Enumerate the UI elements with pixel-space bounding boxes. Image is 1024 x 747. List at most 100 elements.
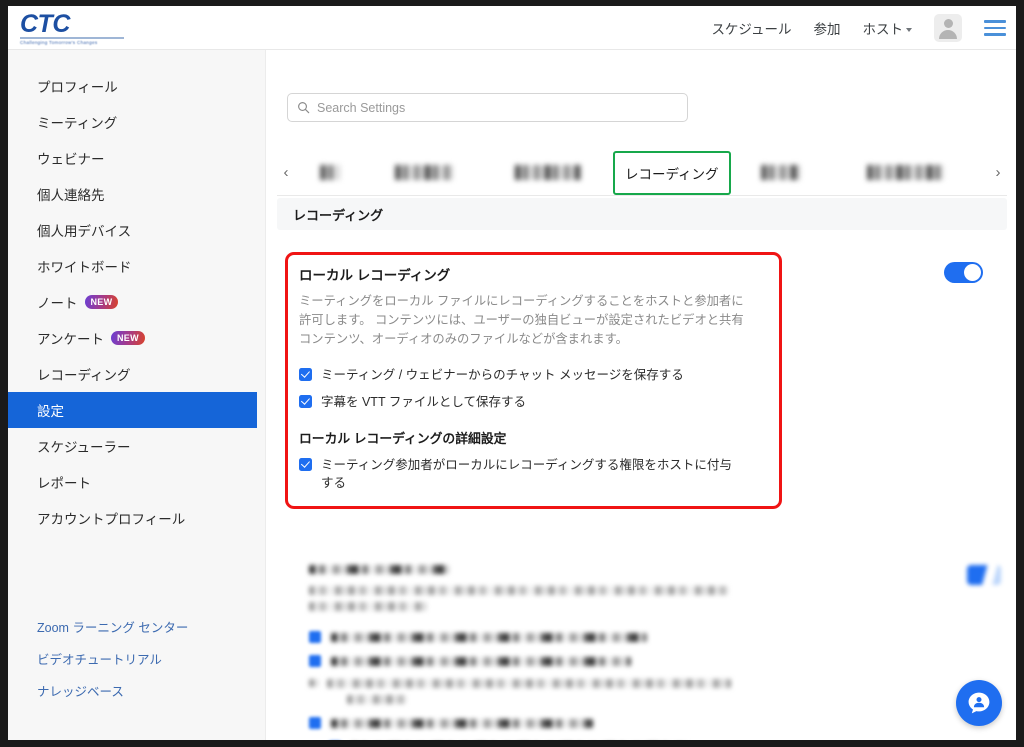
sidebar-item-whiteboards[interactable]: ホワイトボード	[8, 248, 265, 284]
redacted-text-row	[309, 679, 993, 704]
local-recording-toggle[interactable]	[944, 262, 983, 283]
sidebar-item-account-profile[interactable]: アカウントプロフィール	[8, 500, 265, 536]
tab-label: ██	[320, 165, 340, 180]
sidebar-item-surveys[interactable]: アンケート NEW	[8, 320, 265, 356]
avatar-body	[939, 30, 957, 39]
sidebar-item-webinars[interactable]: ウェビナー	[8, 140, 265, 176]
nav-schedule[interactable]: スケジュール	[711, 18, 791, 38]
nav-host-label: ホスト	[862, 22, 904, 37]
checkbox-row-grant-permission[interactable]: ミーティング参加者がローカルにレコーディングする権限をホストに付与する	[299, 456, 983, 492]
redacted-checkbox[interactable]	[309, 655, 321, 667]
checkbox-row-save-chat[interactable]: ミーティング / ウェビナーからのチャット メッセージを保存する	[299, 366, 983, 384]
redacted-checkbox-row[interactable]	[309, 655, 993, 667]
tab-redacted-5[interactable]: ████████	[831, 150, 981, 196]
checkbox-row-save-vtt[interactable]: 字幕を VTT ファイルとして保存する	[299, 393, 983, 411]
hamburger-line	[984, 33, 1006, 36]
redacted-marker	[309, 679, 319, 687]
tab-label: ████████	[867, 165, 944, 180]
tab-redacted-2[interactable]: ██████	[365, 150, 483, 196]
settings-tab-bar: ‹ ██ ██████ ███████ レコーディング ████ ███████…	[277, 150, 1007, 196]
redacted-checkbox-label	[331, 632, 647, 642]
ctc-logo[interactable]: CTC Challenging Tomorrow's Changes	[20, 12, 140, 46]
sidebar-item-scheduler[interactable]: スケジューラー	[8, 428, 265, 464]
local-recording-title: ローカル レコーディング	[299, 268, 451, 283]
hamburger-line	[984, 26, 1006, 30]
sidebar-item-label: アンケート	[37, 332, 104, 347]
sidebar-nav-list: プロフィール ミーティング ウェビナー 個人連絡先 個人用デバイス ホワイトボー…	[8, 50, 265, 536]
person-chat-icon	[968, 692, 990, 714]
hamburger-menu-icon[interactable]	[984, 20, 1006, 36]
redacted-checkbox-row[interactable]	[309, 631, 993, 643]
sidebar-item-label: スケジューラー	[37, 440, 131, 455]
logo-wordmark: CTC	[20, 10, 70, 38]
checkbox-save-chat[interactable]	[299, 367, 312, 381]
sidebar-link-label: Zoom ラーニング センター	[37, 620, 189, 635]
sidebar-item-settings[interactable]: 設定	[8, 392, 257, 428]
sidebar-help-links: Zoom ラーニング センター ビデオチュートリアル ナレッジベース	[8, 610, 265, 706]
sidebar-item-label: プロフィール	[37, 80, 118, 95]
avatar-head	[943, 19, 953, 28]
redacted-toggle[interactable]	[967, 565, 1001, 585]
sidebar-item-reports[interactable]: レポート	[8, 464, 265, 500]
sidebar-link-knowledge-base[interactable]: ナレッジベース	[8, 674, 265, 706]
section-header-label: レコーディング	[293, 207, 384, 223]
sidebar-item-label: レポート	[37, 476, 91, 491]
sidebar-item-recordings[interactable]: レコーディング	[8, 356, 265, 392]
sidebar-item-label: 個人用デバイス	[37, 224, 132, 239]
sidebar-link-label: ナレッジベース	[37, 684, 124, 699]
sidebar-item-label: アカウントプロフィール	[37, 512, 186, 527]
redacted-checkbox-row[interactable]	[309, 717, 993, 729]
app-window: CTC Challenging Tomorrow's Changes スケジュー…	[8, 6, 1016, 740]
sidebar-link-video-tutorials[interactable]: ビデオチュートリアル	[8, 642, 265, 674]
redacted-setting-block	[287, 565, 1016, 740]
sidebar-link-learning-center[interactable]: Zoom ラーニング センター	[8, 610, 265, 642]
tabs-scroll-area: ██ ██████ ███████ レコーディング ████ ████████	[295, 150, 989, 196]
sidebar-item-profile[interactable]: プロフィール	[8, 68, 265, 104]
redacted-checkbox[interactable]	[309, 631, 321, 643]
checkbox-grant-permission[interactable]	[299, 457, 312, 471]
sidebar-item-notes[interactable]: ノート NEW	[8, 284, 265, 320]
tab-recording[interactable]: レコーディング	[613, 150, 731, 195]
chevron-right-icon[interactable]: ›	[989, 165, 1007, 180]
top-bar: CTC Challenging Tomorrow's Changes スケジュー…	[8, 6, 1016, 50]
local-recording-setting-card: ローカル レコーディング ミーティングをローカル ファイルにレコーディングするこ…	[277, 240, 1007, 729]
checkbox-save-vtt[interactable]	[299, 394, 312, 408]
local-recording-description: ミーティングをローカル ファイルにレコーディングすることをホストと参加者に許可し…	[299, 294, 744, 346]
sidebar-item-label: ウェビナー	[37, 152, 105, 167]
redacted-checkbox[interactable]	[309, 717, 321, 729]
redacted-title	[309, 565, 449, 574]
new-badge: NEW	[110, 331, 145, 345]
sidebar-item-label: 個人連絡先	[37, 188, 105, 203]
sidebar-link-label: ビデオチュートリアル	[37, 652, 162, 667]
logo-tagline: Challenging Tomorrow's Changes	[20, 39, 98, 45]
main-content: Search Settings ‹ ██ ██████ ███████ レコーデ…	[267, 50, 1016, 740]
user-avatar[interactable]	[934, 14, 962, 42]
sidebar-item-meetings[interactable]: ミーティング	[8, 104, 265, 140]
help-chat-button[interactable]	[956, 680, 1002, 726]
redacted-text-line	[347, 695, 407, 704]
top-navigation: スケジュール 参加 ホスト	[711, 6, 1006, 50]
search-container: Search Settings	[287, 93, 688, 122]
tab-label: レコーディング	[625, 166, 719, 182]
redacted-text-line	[327, 679, 731, 688]
nav-host[interactable]: ホスト	[862, 18, 912, 38]
chevron-left-icon[interactable]: ‹	[277, 165, 295, 180]
redacted-desc-line	[309, 586, 729, 595]
search-settings-box[interactable]: Search Settings	[287, 93, 688, 122]
tab-label: ████	[761, 165, 800, 180]
checkbox-label: ミーティング / ウェビナーからのチャット メッセージを保存する	[321, 368, 684, 382]
section-header-recording: レコーディング	[277, 198, 1007, 230]
sidebar-item-personal-contacts[interactable]: 個人連絡先	[8, 176, 265, 212]
local-recording-header-row: ローカル レコーディング	[299, 262, 983, 284]
tab-redacted-3[interactable]: ███████	[483, 150, 613, 196]
checkbox-label: 字幕を VTT ファイルとして保存する	[321, 395, 526, 409]
sidebar: プロフィール ミーティング ウェビナー 個人連絡先 個人用デバイス ホワイトボー…	[8, 50, 266, 740]
nav-join[interactable]: 参加	[814, 18, 841, 38]
search-input[interactable]: Search Settings	[317, 101, 405, 115]
tab-label: ██████	[395, 165, 453, 180]
sidebar-item-personal-devices[interactable]: 個人用デバイス	[8, 212, 265, 248]
tab-redacted-1[interactable]: ██	[295, 150, 365, 196]
redacted-checkbox-label	[331, 656, 631, 666]
sidebar-item-label: レコーディング	[37, 368, 131, 383]
tab-redacted-4[interactable]: ████	[731, 150, 831, 196]
